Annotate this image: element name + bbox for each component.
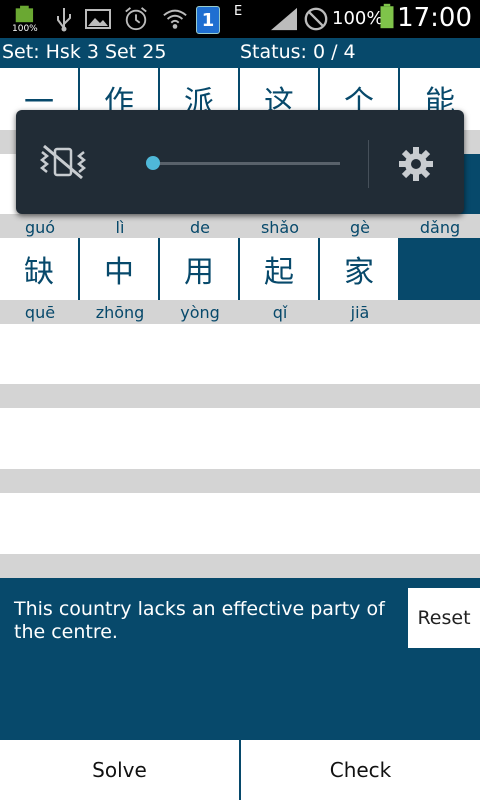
pinyin-label: lì [115, 218, 125, 237]
status-label: Status: 0 / 4 [240, 41, 356, 63]
character-tile[interactable]: 家 [320, 238, 400, 300]
pinyin-label: jiā [350, 303, 370, 322]
app-header: Set: Hsk 3 Set 25 Status: 0 / 4 [0, 38, 480, 68]
volume-slider-thumb[interactable] [146, 156, 160, 170]
battery-small-label: 100% [12, 24, 38, 34]
pinyin-label: dǎng [419, 218, 461, 237]
volume-overlay [16, 110, 464, 214]
character-tile[interactable]: 中 [80, 238, 160, 300]
separator-band [0, 554, 480, 578]
reset-button[interactable]: Reset [408, 588, 480, 648]
network-type: E [234, 4, 243, 19]
vibrate-mute-icon[interactable] [38, 144, 88, 180]
character-tile[interactable]: 用 [160, 238, 240, 300]
character-tile[interactable]: 缺 [0, 238, 80, 300]
gear-icon[interactable] [398, 146, 434, 182]
pinyin-label: guó [24, 218, 56, 237]
sentence-panel: This country lacks an effective party of… [0, 578, 480, 740]
action-bar: Solve Check [0, 740, 480, 800]
separator-band [0, 469, 480, 493]
pinyin-label: qǐ [272, 303, 288, 322]
solve-button[interactable]: Solve [0, 740, 241, 800]
battery-icon [380, 3, 394, 29]
no-sim-icon [304, 7, 328, 31]
gallery-icon [85, 9, 111, 29]
target-sentence: This country lacks an effective party of… [14, 598, 385, 643]
signal-icon [271, 7, 297, 31]
character-tile[interactable]: 起 [240, 238, 320, 300]
check-button[interactable]: Check [241, 740, 480, 800]
separator-band [0, 384, 480, 408]
volume-slider-track[interactable] [154, 162, 340, 165]
pinyin-label: de [190, 218, 210, 237]
wifi-icon [163, 9, 187, 29]
alarm-icon [125, 7, 147, 31]
pinyin-label: shǎo [260, 218, 300, 237]
sim-badge: 1 [196, 6, 220, 34]
pinyin-label: gè [350, 218, 370, 237]
pinyin-label: quē [24, 303, 56, 322]
set-label: Set: Hsk 3 Set 25 [2, 41, 167, 63]
status-bar: 100% 1 E 100% 17:00 [0, 0, 480, 38]
usb-icon [57, 8, 71, 32]
clock: 17:00 [397, 3, 472, 33]
overlay-divider [368, 140, 369, 188]
character-row-3: 缺 中 用 起 家 [0, 238, 480, 300]
pinyin-label: yòng [180, 303, 220, 322]
pinyin-label: zhōng [95, 303, 145, 322]
empty-tile [400, 238, 480, 300]
